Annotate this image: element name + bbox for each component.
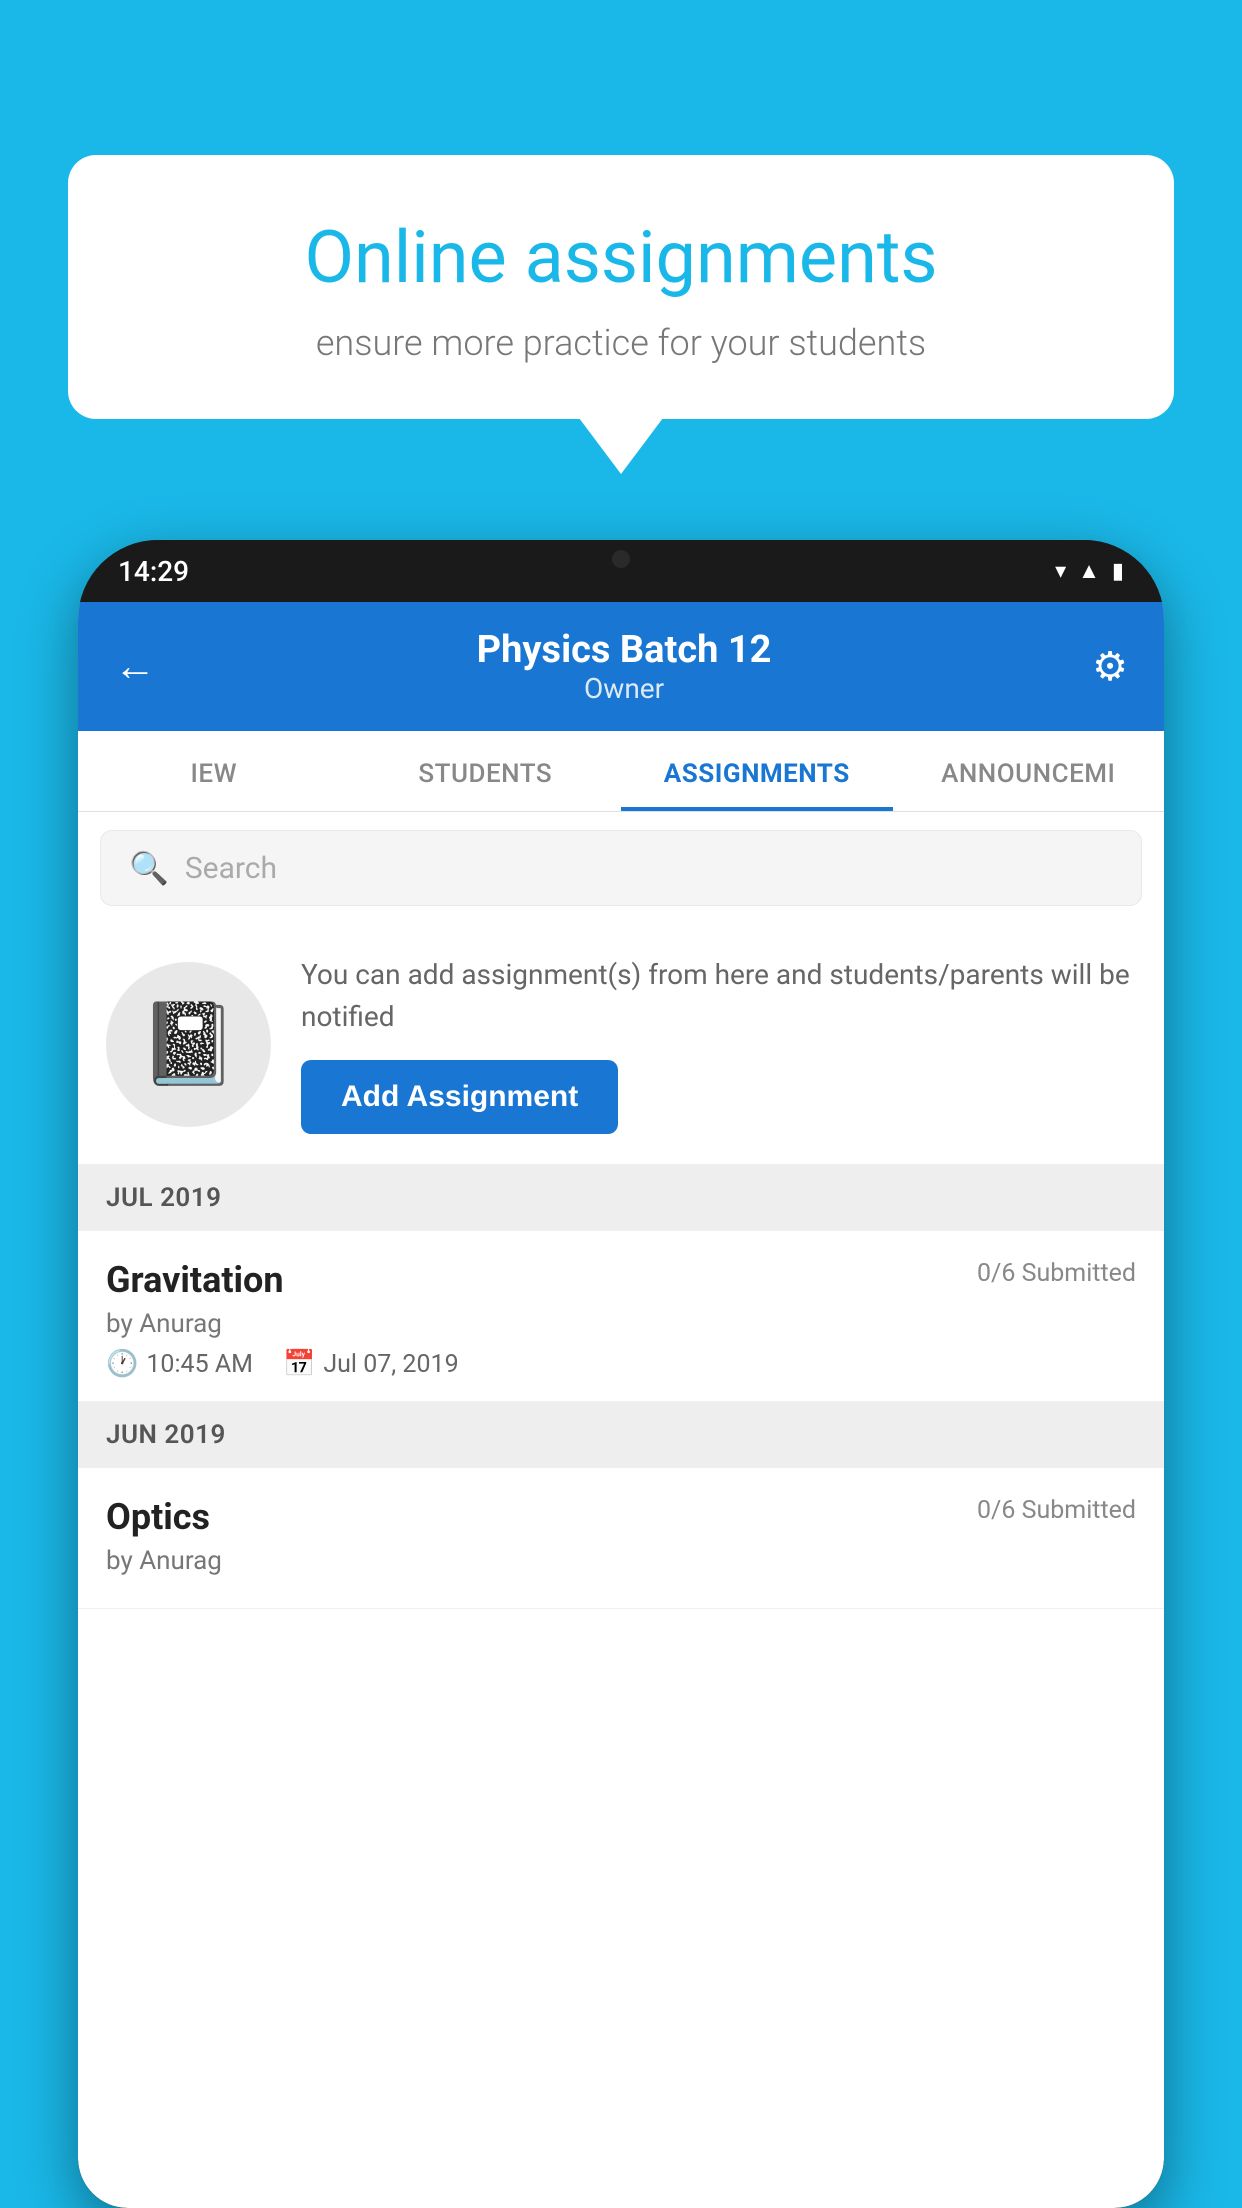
- assignment-time-value: 10:45 AM: [146, 1350, 253, 1379]
- status-bar: 14:29 ▾ ▲ ▮: [78, 540, 1164, 602]
- battery-icon: ▮: [1112, 559, 1124, 584]
- phone-screen: ← Physics Batch 12 Owner ⚙ IEW STUDENTS …: [78, 602, 1164, 2208]
- assignment-date: 📅 Jul 07, 2019: [283, 1349, 459, 1379]
- assignment-author: by Anurag: [106, 1309, 1136, 1339]
- signal-icon: ▲: [1078, 558, 1100, 584]
- assignment-time: 🕐 10:45 AM: [106, 1349, 253, 1379]
- search-icon: 🔍: [129, 849, 169, 887]
- calendar-icon: 📅: [283, 1349, 315, 1379]
- assignment-item-gravitation[interactable]: Gravitation 0/6 Submitted by Anurag 🕐 10…: [78, 1231, 1164, 1402]
- batch-title: Physics Batch 12: [156, 628, 1092, 672]
- search-placeholder: Search: [185, 851, 277, 886]
- assignment-author-optics: by Anurag: [106, 1546, 1136, 1576]
- camera: [612, 550, 630, 568]
- assignment-name: Gravitation: [106, 1259, 284, 1301]
- add-assignment-button[interactable]: Add Assignment: [301, 1060, 618, 1134]
- batch-owner: Owner: [156, 672, 1092, 705]
- assignment-meta: 🕐 10:45 AM 📅 Jul 07, 2019: [106, 1349, 1136, 1379]
- app-bar-title: Physics Batch 12 Owner: [156, 628, 1092, 705]
- status-time: 14:29: [118, 555, 189, 588]
- wifi-icon: ▾: [1055, 559, 1066, 584]
- section-header-jul: JUL 2019: [78, 1165, 1164, 1231]
- phone-frame: 14:29 ▾ ▲ ▮ ← Physics Batch 12 Owner ⚙ I…: [78, 540, 1164, 2208]
- back-button[interactable]: ←: [114, 642, 156, 691]
- tab-iew[interactable]: IEW: [78, 731, 350, 811]
- assignment-date-value: Jul 07, 2019: [323, 1350, 458, 1379]
- clock-icon: 🕐: [106, 1349, 138, 1379]
- submitted-badge: 0/6 Submitted: [977, 1259, 1136, 1288]
- tab-assignments[interactable]: ASSIGNMENTS: [621, 731, 893, 811]
- tab-bar: IEW STUDENTS ASSIGNMENTS ANNOUNCEMI: [78, 731, 1164, 812]
- settings-icon[interactable]: ⚙: [1092, 643, 1128, 690]
- notch: [551, 540, 691, 578]
- status-icons: ▾ ▲ ▮: [1055, 558, 1124, 584]
- notebook-icon: 📓: [139, 997, 239, 1091]
- assignment-item-header: Gravitation 0/6 Submitted: [106, 1259, 1136, 1301]
- app-bar: ← Physics Batch 12 Owner ⚙: [78, 602, 1164, 731]
- search-bar[interactable]: 🔍 Search: [100, 830, 1142, 906]
- tab-students[interactable]: STUDENTS: [350, 731, 622, 811]
- bubble-subtitle: ensure more practice for your students: [138, 322, 1104, 364]
- speech-bubble: Online assignments ensure more practice …: [68, 155, 1174, 419]
- assignment-description: You can add assignment(s) from here and …: [301, 954, 1136, 1038]
- tab-announcements[interactable]: ANNOUNCEMI: [893, 731, 1165, 811]
- assignment-icon-circle: 📓: [106, 962, 271, 1127]
- assignment-item-optics[interactable]: Optics 0/6 Submitted by Anurag: [78, 1468, 1164, 1609]
- add-assignment-section: 📓 You can add assignment(s) from here an…: [78, 924, 1164, 1165]
- assignment-info: You can add assignment(s) from here and …: [301, 954, 1136, 1134]
- bubble-title: Online assignments: [138, 215, 1104, 300]
- section-header-jun: JUN 2019: [78, 1402, 1164, 1468]
- submitted-badge-optics: 0/6 Submitted: [977, 1496, 1136, 1525]
- assignment-name-optics: Optics: [106, 1496, 210, 1538]
- assignment-item-optics-header: Optics 0/6 Submitted: [106, 1496, 1136, 1538]
- search-container: 🔍 Search: [78, 812, 1164, 924]
